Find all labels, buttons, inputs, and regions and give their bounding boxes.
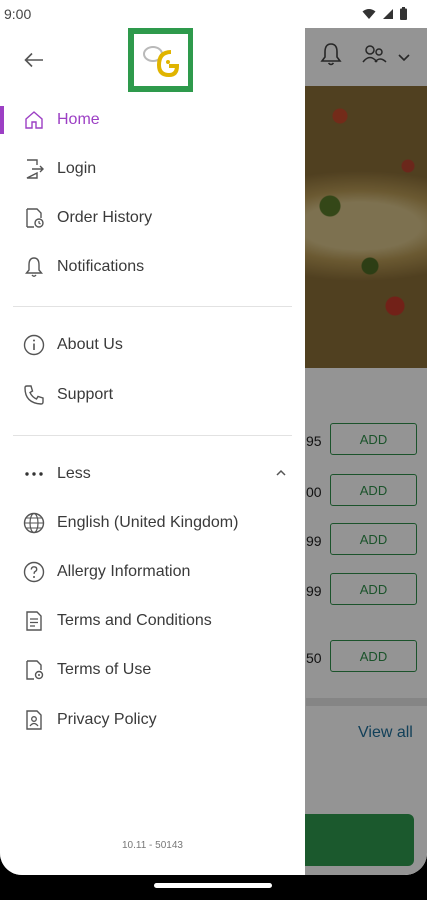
navigation-drawer: Home Login Order History Notifications A… <box>0 28 305 875</box>
nav-item-order-history[interactable]: Order History <box>0 198 305 238</box>
nav-label: Support <box>57 386 114 403</box>
home-icon <box>25 111 43 129</box>
question-icon <box>23 561 45 583</box>
logo-mark-icon <box>142 46 179 78</box>
chevron-up-icon[interactable] <box>274 466 288 480</box>
status-time: 9:00 <box>4 6 32 22</box>
nav-label: Order History <box>57 209 153 226</box>
nav-item-privacy-policy[interactable]: Privacy Policy <box>0 700 305 740</box>
phone-icon <box>24 385 44 405</box>
nav-label: Less <box>57 465 91 482</box>
active-indicator <box>0 106 4 134</box>
nav-label: Terms of Use <box>57 661 152 678</box>
nav-item-less[interactable]: Less <box>0 454 305 494</box>
nav-item-login[interactable]: Login <box>0 149 305 189</box>
nav-item-terms-and-conditions[interactable]: Terms and Conditions <box>0 601 305 641</box>
signal-icon <box>383 8 393 19</box>
login-icon <box>26 159 44 179</box>
nav-label: Login <box>57 160 97 177</box>
brand-logo <box>128 28 193 92</box>
status-bar: 9:00 <box>0 0 427 28</box>
nav-item-terms-of-use[interactable]: Terms of Use <box>0 650 305 690</box>
nav-label: Privacy Policy <box>57 711 157 728</box>
document-icon <box>26 611 42 631</box>
more-dots-icon <box>25 472 43 476</box>
nav-item-about-us[interactable]: About Us <box>0 325 305 365</box>
info-icon <box>23 334 45 356</box>
privacy-icon <box>26 710 42 730</box>
nav-item-language[interactable]: English (United Kingdom) <box>0 503 305 543</box>
nav-label: About Us <box>57 336 123 353</box>
arrow-left-icon <box>24 52 43 68</box>
drawer-divider <box>13 306 292 307</box>
nav-label: Notifications <box>57 258 145 275</box>
nav-item-home[interactable]: Home <box>0 100 305 140</box>
wifi-icon <box>362 8 376 19</box>
order-history-icon <box>26 208 44 228</box>
screen: 9:00 95 ADD 00 ADD 99 ADD 99 ADD 50 ADD … <box>0 0 427 875</box>
nav-item-notifications[interactable]: Notifications <box>0 247 305 287</box>
nav-label: Terms and Conditions <box>57 612 212 629</box>
nav-label: Allergy Information <box>57 563 191 580</box>
nav-label: Home <box>57 111 100 128</box>
bell-icon <box>25 257 43 277</box>
status-icons <box>362 7 407 20</box>
globe-icon <box>23 512 45 534</box>
nav-label: English (United Kingdom) <box>57 514 239 531</box>
back-button[interactable] <box>18 48 50 72</box>
battery-icon <box>400 7 407 20</box>
app-version: 10.11 - 50143 <box>122 840 183 851</box>
drawer-divider <box>13 435 292 436</box>
gesture-home-bar[interactable] <box>154 883 272 888</box>
document-gear-icon <box>26 660 44 680</box>
nav-item-support[interactable]: Support <box>0 375 305 415</box>
nav-item-allergy-information[interactable]: Allergy Information <box>0 552 305 592</box>
